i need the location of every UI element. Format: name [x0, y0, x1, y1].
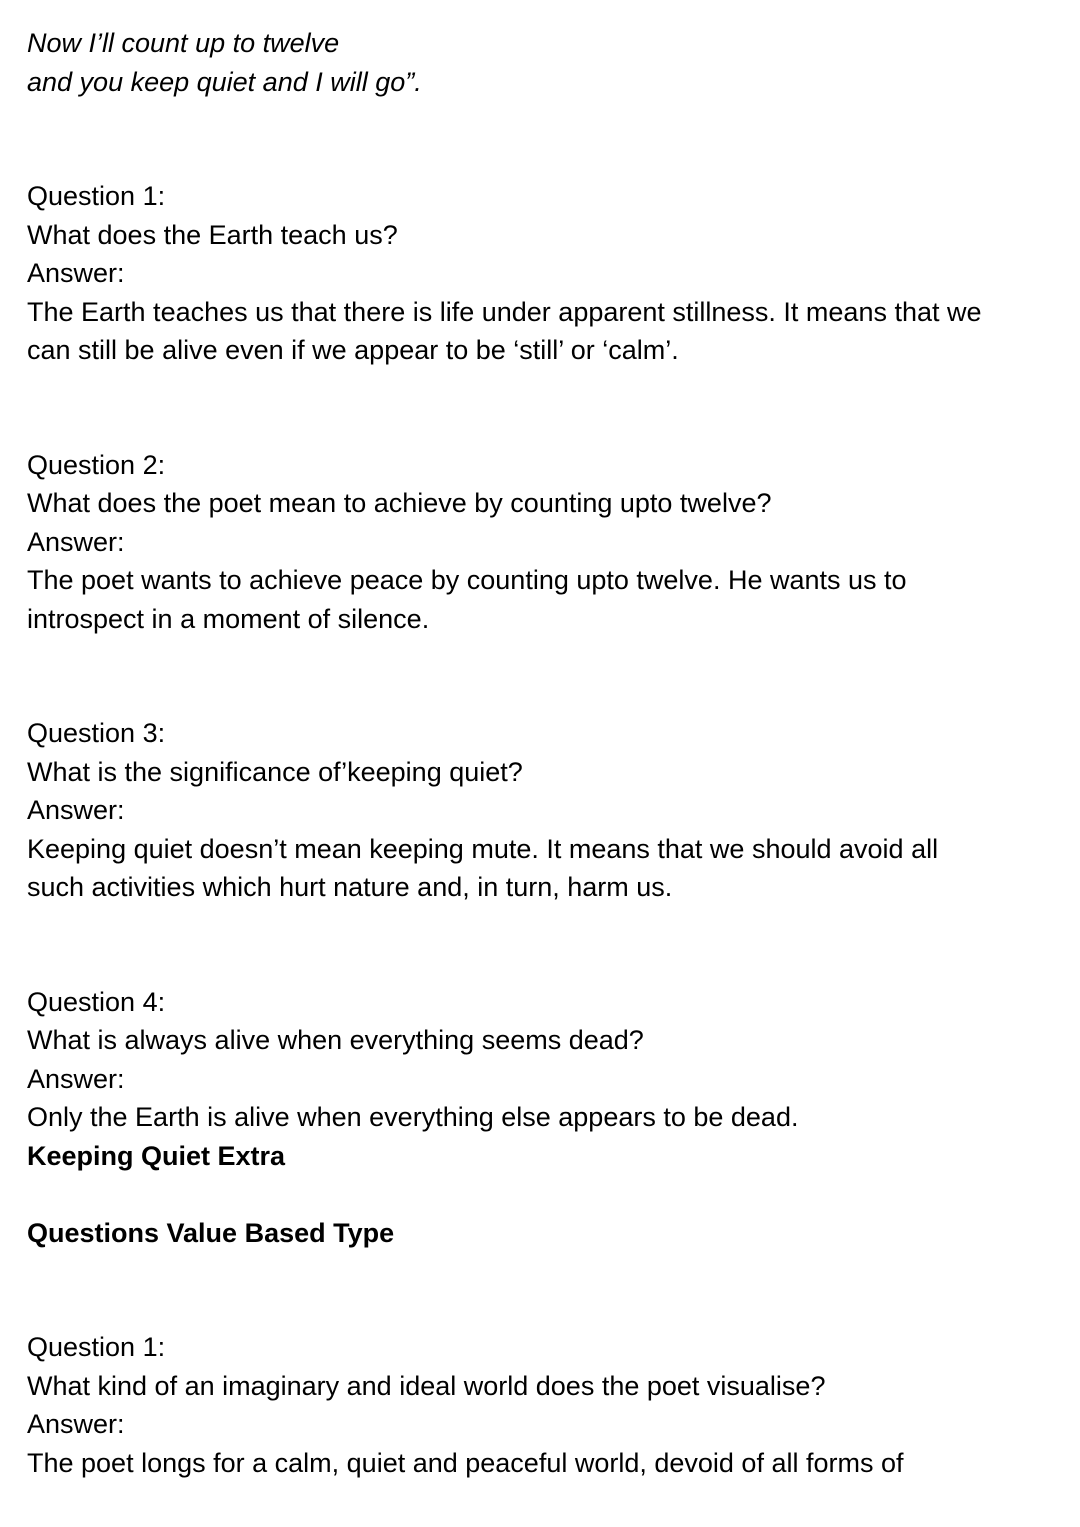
section-heading-block: Keeping Quiet Extra Questions Value Base… [27, 1137, 1067, 1253]
qa-block-3: Question 3: What is the significance of’… [27, 714, 1067, 907]
poem-excerpt: Now I’ll count up to twelve and you keep… [27, 24, 1067, 101]
section-heading-2: Questions Value Based Type [27, 1217, 395, 1248]
poem-line-1: Now I’ll count up to twelve [27, 28, 340, 58]
question-label: Question 2: [27, 449, 166, 480]
question-text: What kind of an imaginary and ideal worl… [27, 1370, 826, 1401]
question-text: What is always alive when everything see… [27, 1025, 644, 1055]
answer-label: Answer: [27, 526, 125, 557]
answer-label: Answer: [27, 258, 125, 288]
poem-line-2: and you keep quiet and I will go”. [27, 66, 422, 97]
answer-line: The poet wants to achieve peace by count… [27, 565, 907, 595]
answer-label: Answer: [27, 1409, 125, 1439]
answer-line: introspect in a moment of silence. [27, 603, 430, 634]
question-label: Question 1: [27, 1332, 166, 1362]
answer-line: The poet longs for a calm, quiet and pea… [27, 1447, 904, 1478]
question-label: Question 4: [27, 986, 166, 1017]
answer-label: Answer: [27, 1063, 125, 1094]
question-label: Question 3: [27, 718, 166, 748]
question-text: What is the significance of’keeping quie… [27, 756, 523, 787]
answer-label: Answer: [27, 795, 125, 825]
question-text: What does the Earth teach us? [27, 219, 398, 250]
answer-line: Keeping quiet doesn’t mean keeping mute.… [27, 833, 939, 864]
qa-block-5: Question 1: What kind of an imaginary an… [27, 1328, 1067, 1482]
answer-line: Only the Earth is alive when everything … [27, 1102, 799, 1132]
section-heading-1: Keeping Quiet Extra [27, 1140, 286, 1171]
qa-block-2: Question 2: What does the poet mean to a… [27, 446, 1067, 639]
qa-block-1: Question 1: What does the Earth teach us… [27, 177, 1067, 370]
answer-line: The Earth teaches us that there is life … [27, 296, 982, 327]
question-label: Question 1: [27, 181, 166, 211]
qa-block-4: Question 4: What is always alive when ev… [27, 983, 1067, 1137]
question-text: What does the poet mean to achieve by co… [27, 488, 772, 518]
answer-line: can still be alive even if we appear to … [27, 335, 679, 365]
answer-line: such activities which hurt nature and, i… [27, 872, 673, 902]
document-page: Now I’ll count up to twelve and you keep… [27, 24, 1067, 1482]
